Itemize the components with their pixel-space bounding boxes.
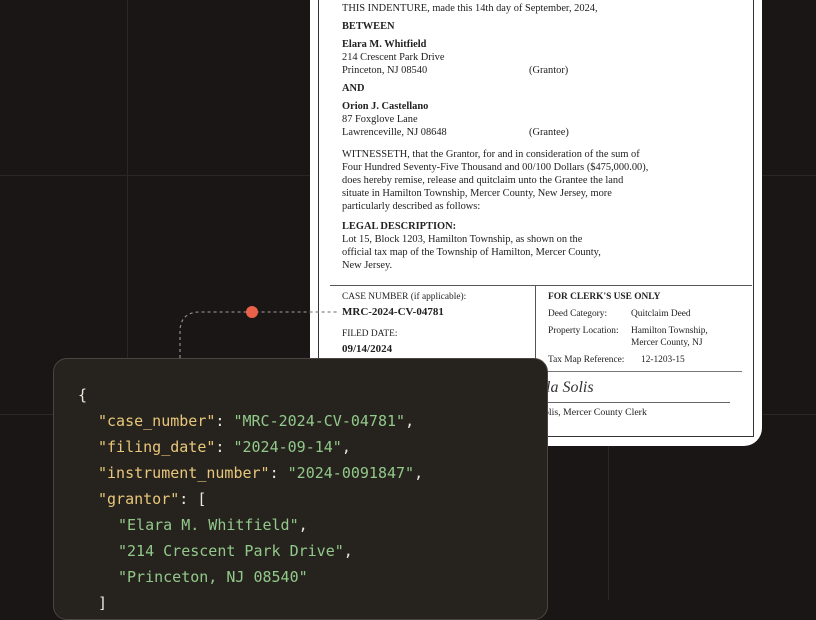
json-key: "grantor"	[98, 490, 180, 508]
json-key: "case_number"	[98, 412, 216, 430]
connector-dot	[246, 306, 258, 318]
json-string: "MRC-2024-CV-04781"	[233, 412, 406, 430]
json-line-grantor-item: "214 Crescent Park Drive",	[118, 542, 353, 560]
json-open-brace: {	[78, 382, 87, 408]
json-line-filing-date: "filing_date": "2024-09-14",	[98, 438, 351, 456]
json-line-grantor-item: "Princeton, NJ 08540"	[118, 564, 308, 590]
json-code-panel: { "case_number": "MRC-2024-CV-04781", "f…	[53, 358, 548, 620]
json-line-grantor: "grantor": [	[98, 490, 207, 508]
json-string: "214 Crescent Park Drive"	[118, 542, 344, 560]
json-string: "2024-09-14"	[233, 438, 342, 456]
json-key: "instrument_number"	[98, 464, 270, 482]
json-line-case-number: "case_number": "MRC-2024-CV-04781",	[98, 412, 415, 430]
json-string: "2024-0091847"	[287, 464, 415, 482]
json-punctuation: ]	[98, 594, 108, 612]
json-close-bracket: ]	[98, 590, 107, 616]
json-string: "Elara M. Whitfield"	[118, 516, 299, 534]
json-key: "filing_date"	[98, 438, 216, 456]
json-line-grantor-item: "Elara M. Whitfield",	[118, 516, 308, 534]
json-string: "Princeton, NJ 08540"	[118, 568, 308, 586]
json-punctuation: {	[78, 386, 88, 404]
json-line-instrument-number: "instrument_number": "2024-0091847",	[98, 464, 424, 482]
